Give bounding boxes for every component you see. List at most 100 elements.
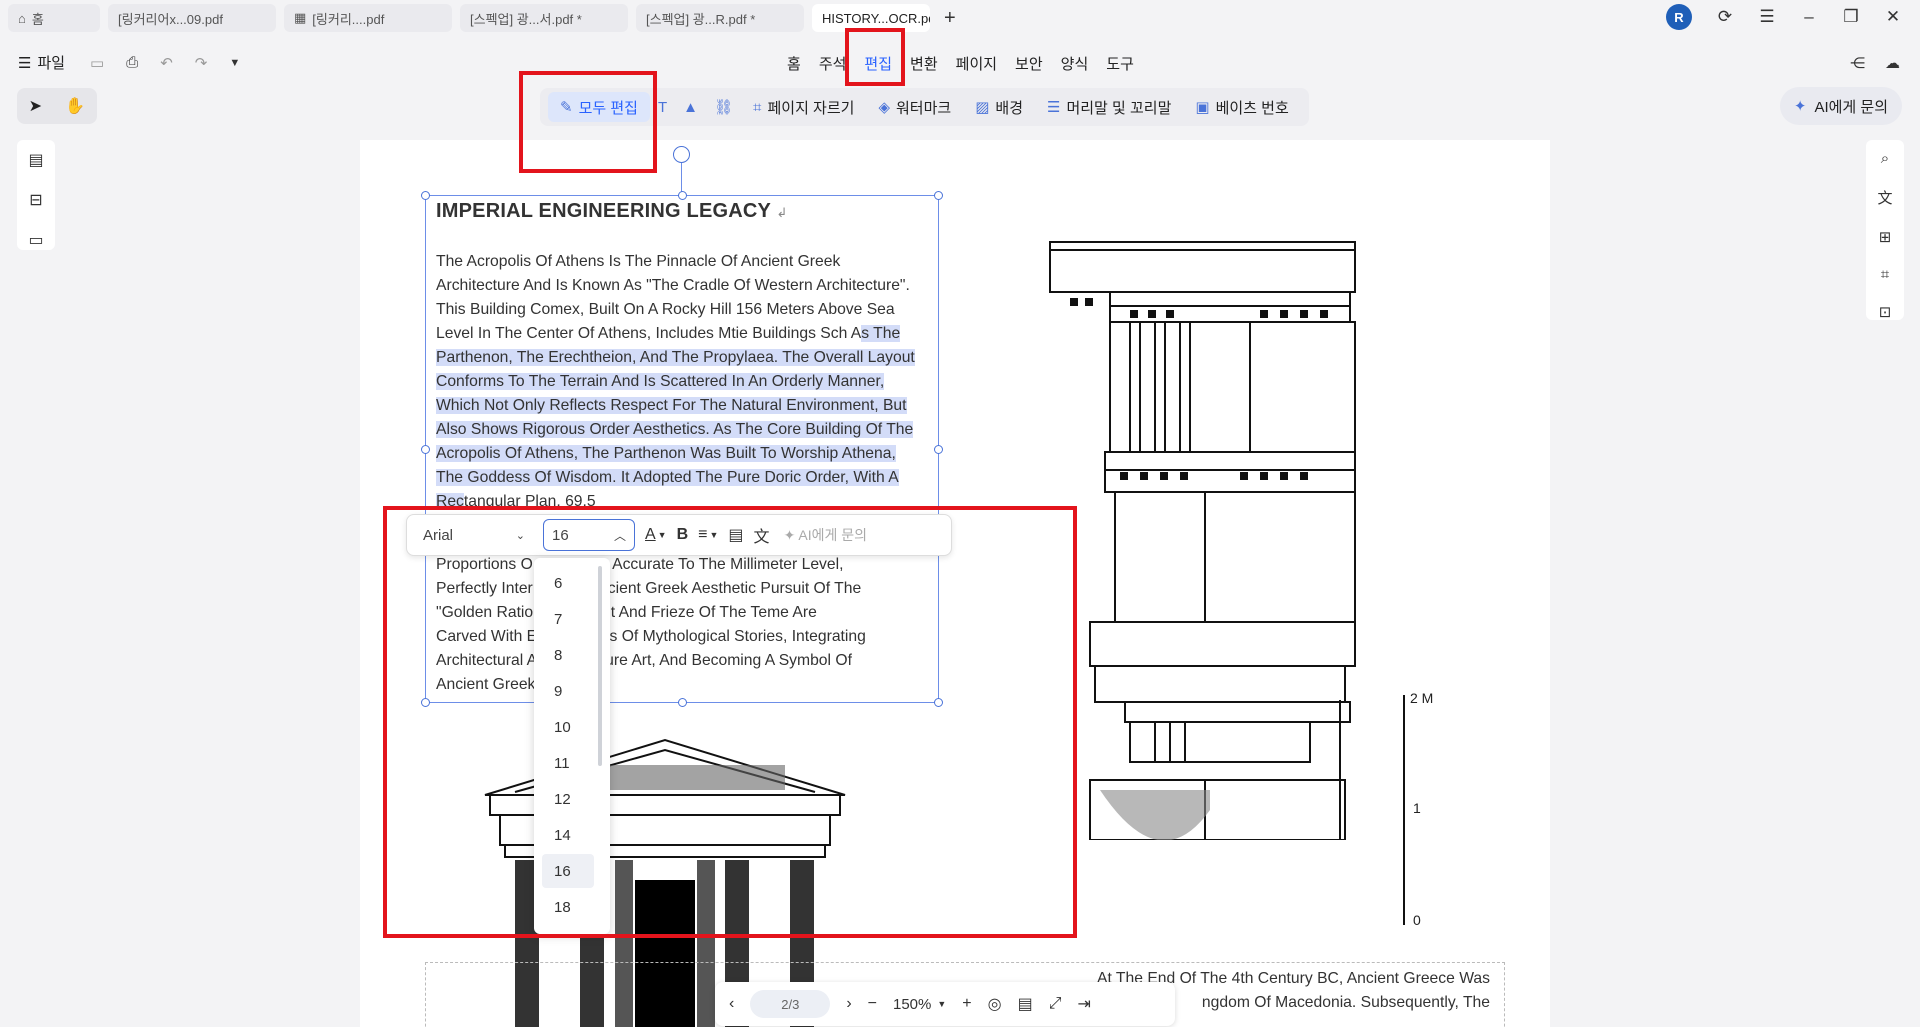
redo-icon[interactable]: ↷ [195,54,208,72]
resize-handle[interactable] [934,445,943,454]
rotate-handle[interactable] [673,146,690,163]
undo-icon[interactable]: ↶ [160,54,173,72]
main-menu: 홈 주석 편집 변환 페이지 보안 양식 도구 [778,53,1143,74]
menu-item-convert[interactable]: 변환 [901,53,947,74]
watermark-label: 워터마크 [896,99,952,117]
return-mark-icon: ↲ [776,205,788,220]
scan-icon[interactable]: ⊡ [1879,303,1892,321]
sync-icon[interactable]: ⟳ [1716,7,1734,27]
search-icon[interactable]: ⌕ [1881,150,1889,167]
bates-icon: ▣ [1195,99,1210,116]
watermark-button[interactable]: ◈ 워터마크 [866,92,963,122]
add-tab-button[interactable]: + [944,7,956,30]
cloud-icon[interactable]: ☁ [1885,54,1900,72]
menu-item-home[interactable]: 홈 [778,53,810,74]
resize-handle[interactable] [934,191,943,200]
tab-document[interactable]: [스펙업] 광...서.pdf * [460,4,628,32]
doric-column-drawing [1049,241,1356,840]
page-title[interactable]: IMPERIAL ENGINEERING LEGACY ↲ [436,200,788,223]
menu-icon[interactable]: ☰ [1758,7,1776,27]
body-paragraph[interactable]: The Acropolis Of Athens Is The Pinnacle … [436,250,926,514]
grid-icon: ▦ [294,10,307,25]
quick-actions: ▭ ⎙ ↶ ↷ ▼ [90,54,240,72]
crop-label: 페이지 자르기 [767,99,855,117]
save-icon[interactable]: ▭ [90,54,104,72]
fullscreen-icon[interactable]: ⤢ [1049,995,1062,1013]
share-icon[interactable]: ⋲ [1850,54,1865,72]
text-icon: T [657,98,668,116]
zoom-out-icon[interactable]: − [868,995,877,1013]
compare-icon[interactable]: ⊞ [1879,228,1892,246]
tab-label: [링커리어x...09.pdf [118,11,223,27]
tab-document[interactable]: [링커리어x...09.pdf [108,4,276,32]
bates-label: 베이츠 번호 [1215,99,1289,117]
print-icon[interactable]: ⎙ [126,54,138,72]
collapse-icon[interactable]: ⇥ [1078,994,1091,1014]
highlight-box-edit-all [519,71,657,173]
crop-page-button[interactable]: ⌗ 페이지 자르기 [741,92,866,122]
header-footer-icon: ☰ [1047,99,1061,116]
selection-tools: ➤ ✋ [17,88,97,124]
minimize-icon[interactable]: – [1800,7,1818,27]
header-footer-button[interactable]: ☰ 머리말 및 꼬리말 [1035,92,1183,122]
tab-home-label: 홈 [31,11,44,27]
highlight-box-text-toolbar [383,506,1077,938]
restore-icon[interactable]: ❐ [1842,7,1860,27]
ask-ai-button[interactable]: ✦ AI에게 문의 [1779,87,1902,125]
prev-page-icon[interactable]: ‹ [729,995,734,1013]
chevron-down-icon[interactable]: ▼ [229,57,240,72]
menu-item-form[interactable]: 양식 [1052,53,1098,74]
cursor-icon[interactable]: ➤ [29,96,42,116]
highlight-box-edit-menu [845,28,905,86]
title-text: IMPERIAL ENGINEERING LEGACY [436,200,771,222]
menu-item-security[interactable]: 보안 [1006,53,1052,74]
hamburger-icon: ☰ [18,54,32,72]
translate-icon[interactable]: 文 [1877,187,1892,208]
page-indicator[interactable]: 2/3 [750,990,831,1018]
tab-label: [스펙업] 광...R.pdf * [646,11,756,27]
resize-handle[interactable] [421,191,430,200]
ai-icon: ✦ [1793,98,1807,115]
tab-home[interactable]: ⌂ 홈 [8,4,100,32]
watermark-icon: ◈ [878,99,890,116]
scale-label: 2 M [1410,690,1434,706]
add-image-button[interactable]: ▲ [675,92,706,122]
crop-icon: ⌗ [753,98,762,116]
ocr-icon[interactable]: ⌗ [1881,266,1889,283]
page-view-icon[interactable]: ▤ [1018,994,1033,1014]
resize-handle[interactable] [678,191,687,200]
next-page-icon[interactable]: › [846,995,851,1013]
scale-label: 0 [1413,912,1421,928]
file-menu-label: 파일 [37,55,66,72]
file-menu[interactable]: ☰ 파일 [18,52,65,73]
ask-ai-label: AI에게 문의 [1814,98,1888,116]
zoom-level[interactable]: 150% [893,996,931,1013]
background-icon: ▨ [975,99,990,116]
tab-document[interactable]: [스펙업] 광...R.pdf * [636,4,804,32]
scale-bar [1403,695,1405,925]
hand-icon[interactable]: ✋ [65,96,85,116]
page-navigation-bar: ‹ 2/3 › − 150% ▼ + ◎ ▤ ⤢ ⇥ [715,982,1175,1026]
menu-item-page[interactable]: 페이지 [947,53,1006,74]
thumbnails-icon[interactable]: ▤ [28,150,43,170]
tab-document[interactable]: ▦ [링커리....pdf [284,4,452,32]
tab-label: [스펙업] 광...서.pdf * [470,11,582,27]
bates-number-button[interactable]: ▣ 베이츠 번호 [1183,92,1300,122]
paragraph-text: The Acropolis Of Athens Is The Pinnacle … [436,253,910,342]
window-controls: R ⟳ ☰ – ❐ ✕ [1666,4,1902,30]
background-button[interactable]: ▨ 배경 [963,92,1035,122]
tab-label: [링커리....pdf [312,11,385,27]
bookmark-icon[interactable]: ⊟ [29,190,42,210]
close-window-icon[interactable]: ✕ [1884,7,1902,27]
zoom-in-icon[interactable]: + [962,995,971,1013]
chevron-down-icon[interactable]: ▼ [937,999,946,1009]
menu-item-tools[interactable]: 도구 [1097,53,1143,74]
add-link-button[interactable]: ⛓ [706,92,741,122]
resize-handle[interactable] [421,445,430,454]
right-sidebar: ⌕ 文 ⊞ ⌗ ⊡ [1866,140,1904,321]
tab-label: HISTORY...OCR.pdf [822,10,930,26]
comment-icon[interactable]: ▭ [28,230,43,250]
home-icon: ⌂ [18,10,26,26]
avatar[interactable]: R [1666,4,1692,30]
fit-view-icon[interactable]: ◎ [988,994,1002,1014]
